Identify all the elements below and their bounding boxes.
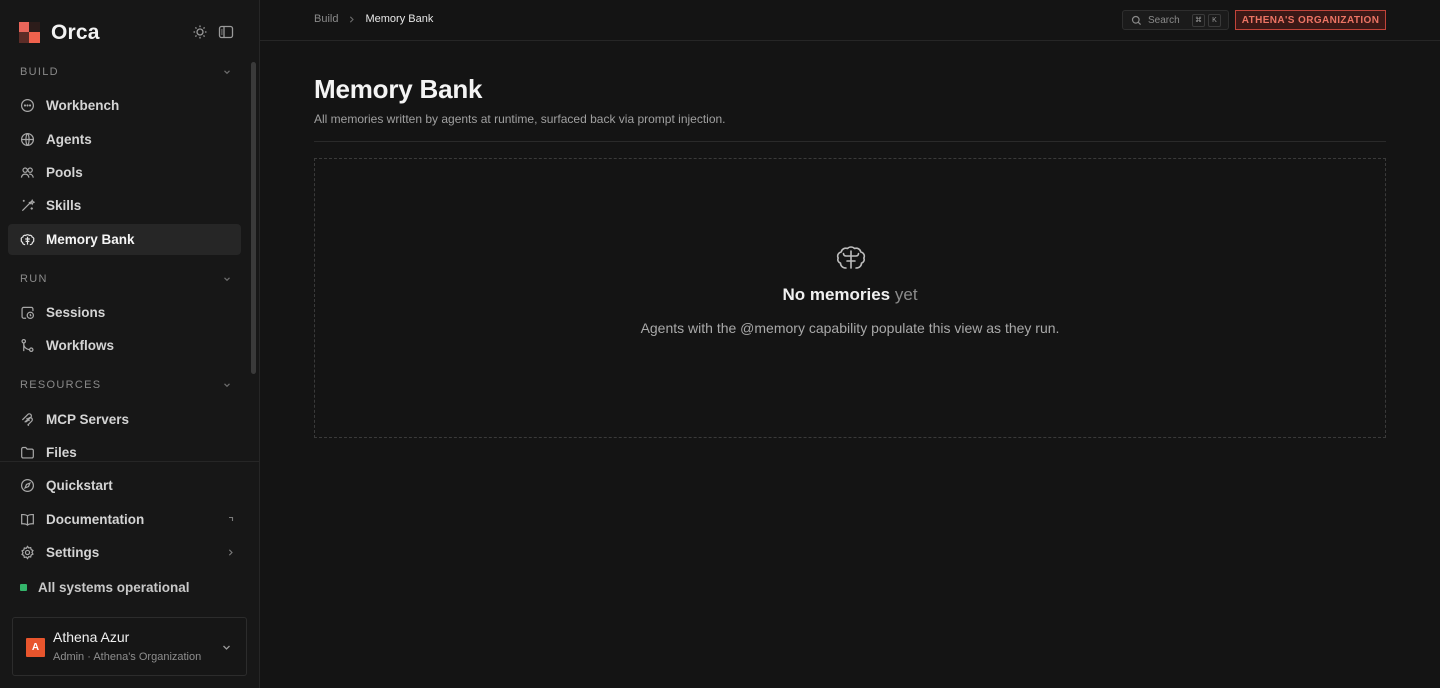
chat-bubble-icon <box>20 98 35 113</box>
search-input[interactable]: Search ⌘ K <box>1122 10 1229 30</box>
sidebar-collapse-icon[interactable] <box>218 24 234 40</box>
breadcrumb: Build Memory Bank <box>314 13 433 25</box>
chevron-down-icon <box>223 645 230 650</box>
section-title: RESOURCES <box>20 379 102 391</box>
book-icon <box>21 513 34 526</box>
external-link-icon <box>229 516 234 521</box>
sidebar-item-label: Settings <box>46 545 100 560</box>
divider <box>314 141 1386 142</box>
sidebar-item-workbench[interactable]: Workbench <box>8 90 241 121</box>
chevron-down-icon <box>224 277 230 282</box>
folder-icon <box>21 446 34 459</box>
sidebar-item-label: Files <box>46 445 77 460</box>
brand[interactable]: Orca <box>19 21 100 45</box>
organization-badge[interactable]: ATHENA'S ORGANIZATION <box>1235 10 1386 30</box>
sidebar-nav: BUILD Workbench Agents Pools Skills Memo… <box>0 58 260 462</box>
section-header-resources[interactable]: RESOURCES <box>20 375 232 395</box>
globe-icon <box>20 132 35 147</box>
sidebar-tools <box>192 24 234 40</box>
sidebar-item-label: Memory Bank <box>46 232 135 247</box>
page-title: Memory Bank <box>314 74 483 104</box>
sidebar-item-label: Skills <box>46 198 82 213</box>
git-branch-icon <box>21 338 34 353</box>
section-header-build[interactable]: BUILD <box>20 62 232 82</box>
empty-state-description: Agents with the @memory capability popul… <box>640 320 1060 336</box>
gear-icon <box>21 545 34 560</box>
shortcut-key: K <box>1208 13 1221 27</box>
sidebar: Orca BUILD Workbench Agents Pools Skills… <box>0 0 260 688</box>
user-role: Admin · Athena's Organization <box>53 651 202 663</box>
sidebar-item-mcp-servers[interactable]: MCP Servers <box>8 404 241 435</box>
chevron-right-icon <box>350 15 355 23</box>
sidebar-item-label: Workbench <box>46 98 120 113</box>
status-label: All systems operational <box>38 579 190 595</box>
chevron-down-icon <box>224 383 230 388</box>
page-subtitle: All memories written by agents at runtim… <box>314 112 726 126</box>
clock-icon <box>21 306 35 320</box>
user-name: Athena Azur <box>53 629 130 645</box>
chevron-right-icon <box>228 549 233 556</box>
app-name: Orca <box>51 21 100 44</box>
status-indicator-icon <box>20 583 27 591</box>
search-icon <box>1131 15 1142 25</box>
sidebar-item-agents[interactable]: Agents <box>8 124 241 155</box>
user-menu[interactable]: A Athena Azur Admin · Athena's Organizat… <box>12 617 247 676</box>
avatar: A <box>26 638 45 657</box>
theme-toggle-sun-icon[interactable] <box>192 24 208 40</box>
empty-state: No memories yet Agents with the @memory … <box>314 158 1386 438</box>
sidebar-item-files[interactable]: Files <box>8 437 241 462</box>
sidebar-item-memory-bank[interactable]: Memory Bank <box>8 224 241 255</box>
sidebar-item-workflows[interactable]: Workflows <box>8 330 241 361</box>
plug-icon <box>21 413 33 427</box>
sidebar-item-label: Quickstart <box>46 478 113 493</box>
system-status: All systems operational <box>20 578 190 596</box>
section-header-run[interactable]: RUN <box>20 269 232 289</box>
sidebar-item-sessions[interactable]: Sessions <box>8 297 241 328</box>
section-title: BUILD <box>20 66 59 78</box>
orca-logo-icon <box>19 22 41 44</box>
breadcrumb-current: Memory Bank <box>365 13 434 25</box>
search-placeholder: Search <box>1148 14 1180 26</box>
sidebar-scrollbar[interactable] <box>251 62 256 374</box>
sidebar-item-settings[interactable]: Settings <box>8 537 241 568</box>
users-icon <box>20 167 34 178</box>
section-title: RUN <box>20 273 48 285</box>
sidebar-item-label: Agents <box>46 132 92 147</box>
sidebar-item-label: Workflows <box>46 338 115 353</box>
sidebar-item-pools[interactable]: Pools <box>8 157 241 188</box>
sidebar-item-documentation[interactable]: Documentation <box>8 504 241 535</box>
sidebar-item-label: Sessions <box>46 305 106 320</box>
empty-state-title: No memories yet <box>315 285 1385 305</box>
brain-icon <box>20 234 35 246</box>
sidebar-item-label: Pools <box>46 165 83 180</box>
brain-icon <box>836 246 866 269</box>
sidebar-item-skills[interactable]: Skills <box>8 190 241 221</box>
sidebar-item-quickstart[interactable]: Quickstart <box>8 470 241 501</box>
chevron-down-icon <box>224 70 230 75</box>
search-shortcut: ⌘ K <box>1192 13 1221 27</box>
wand-icon <box>21 199 35 212</box>
sidebar-divider <box>0 461 260 462</box>
compass-icon <box>20 478 35 493</box>
top-bar: Build Memory Bank Search ⌘ K ATHENA'S OR… <box>260 0 1440 41</box>
sidebar-item-label: Documentation <box>46 512 145 527</box>
empty-title-muted: yet <box>894 285 918 304</box>
sidebar-item-label: MCP Servers <box>46 412 130 427</box>
shortcut-key: ⌘ <box>1192 13 1205 27</box>
breadcrumb-parent[interactable]: Build <box>314 13 338 25</box>
empty-title-main: No memories <box>782 285 891 304</box>
